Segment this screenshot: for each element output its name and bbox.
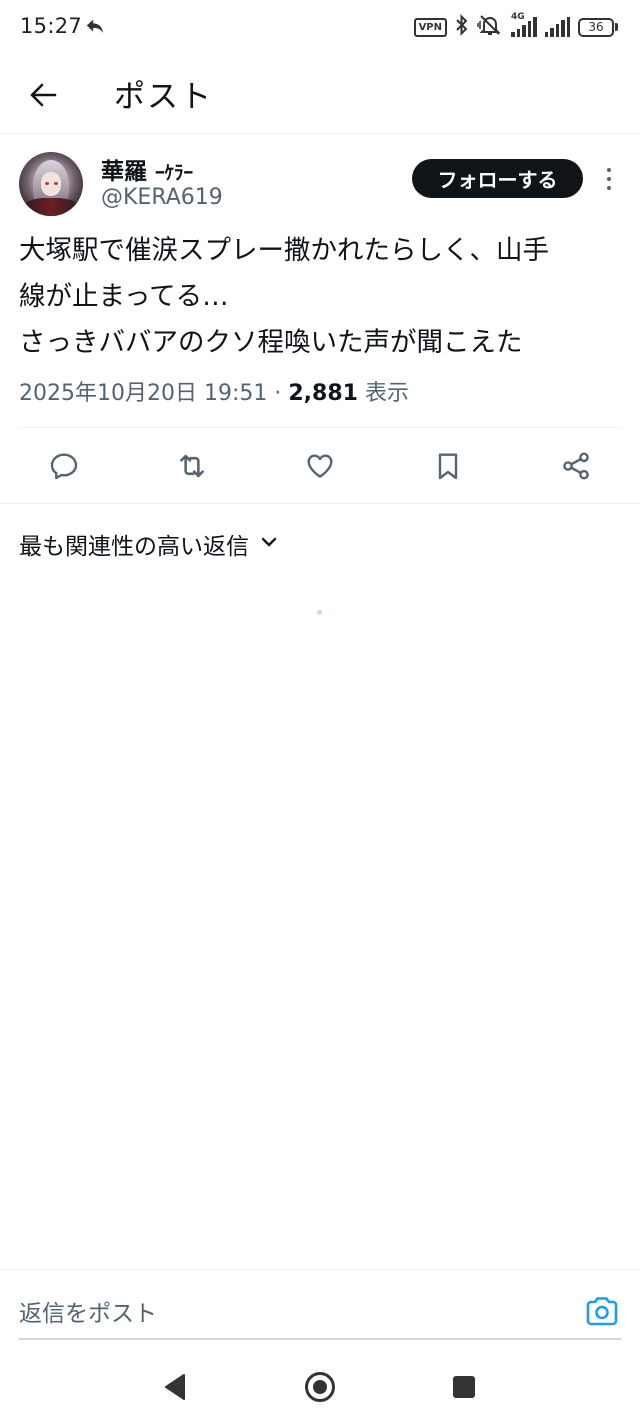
retweet-icon[interactable] [172, 446, 212, 486]
nav-recents-icon[interactable] [444, 1367, 484, 1407]
reply-sort-label: 最も関連性の高い返信 [19, 534, 249, 560]
reply-arrow-icon [84, 15, 106, 37]
camera-icon[interactable] [584, 1294, 620, 1328]
bookmark-icon[interactable] [428, 446, 468, 486]
divider [0, 503, 640, 504]
battery-level: 36 [578, 17, 614, 37]
post-timestamp[interactable]: 2025年10月20日 19:51 [19, 381, 267, 406]
post-text-line: 線が止まってる… [19, 281, 229, 312]
silent-bell-icon [477, 13, 503, 41]
post-text-line: 大塚駅で催涙スプレー撒かれたらしく、山手 [19, 235, 549, 266]
arrow-left-icon[interactable] [24, 76, 62, 114]
reply-input-underline [19, 1338, 621, 1340]
post-text: 大塚駅で催涙スプレー撒かれたらしく、山手 線が止まってる… さっきババアのクソ程… [19, 228, 623, 366]
bluetooth-icon [455, 14, 469, 40]
status-bar: 15:27 VPN 4G 36 [0, 0, 640, 56]
views-count: 2,881 [288, 381, 358, 406]
post-text-line: さっきババアのクソ程喚いた声が聞こえた [19, 327, 523, 358]
page-title: ポスト [114, 79, 213, 115]
reply-sort-dropdown[interactable]: 最も関連性の高い返信 [19, 527, 279, 561]
reply-input[interactable]: 返信をポスト [19, 1294, 157, 1328]
divider [19, 427, 621, 428]
status-time: 15:27 [20, 14, 83, 38]
reply-icon[interactable] [44, 446, 84, 486]
signal-icon [544, 17, 570, 37]
more-options-icon[interactable] [598, 165, 620, 193]
reply-composer: 返信をポスト [0, 1269, 640, 1341]
vpn-badge: VPN [413, 17, 447, 37]
system-nav-bar [0, 1343, 640, 1423]
chevron-down-icon [259, 532, 279, 556]
post-meta: 2025年10月20日 19:51 · 2,881 表示 [19, 375, 409, 407]
views-label: 表示 [364, 381, 409, 406]
loading-indicator [317, 610, 322, 615]
meta-separator: · [274, 381, 282, 406]
signal-4g-icon: 4G [511, 12, 537, 37]
follow-button[interactable]: フォローする [412, 159, 583, 198]
header: ポスト [0, 56, 640, 134]
status-icons: VPN 4G 36 [413, 12, 618, 41]
share-icon[interactable] [556, 446, 596, 486]
nav-home-icon[interactable] [300, 1367, 340, 1407]
battery-icon: 36 [578, 17, 618, 37]
nav-back-icon[interactable] [155, 1367, 195, 1407]
author-handle[interactable]: @KERA619 [101, 185, 223, 210]
author-name: 華羅 [101, 159, 147, 185]
author-display-name[interactable]: 華羅 ｰｹﾗｰ [101, 152, 193, 186]
like-icon[interactable] [300, 446, 340, 486]
author-name-tag: ｰｹﾗｰ [155, 162, 194, 184]
avatar[interactable] [19, 152, 83, 216]
